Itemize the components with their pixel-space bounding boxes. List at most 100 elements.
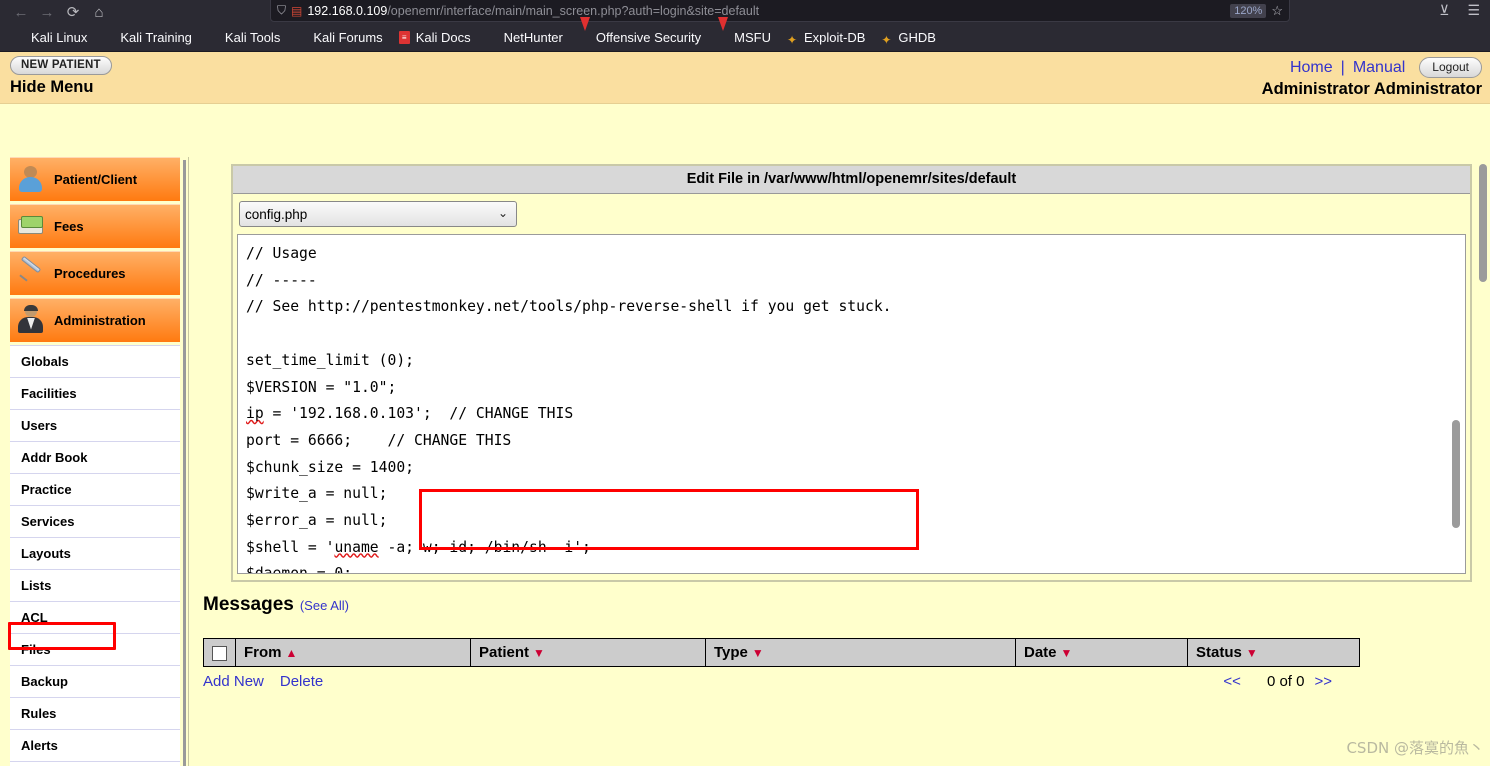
bookmark-item[interactable]: ✦ Exploit-DB	[781, 28, 871, 47]
bookmark-label: NetHunter	[503, 30, 563, 45]
sidebar-item-label: Users	[21, 418, 58, 433]
sidebar-item-label: Rules	[21, 706, 57, 721]
back-button[interactable]: ←	[8, 1, 34, 23]
pagination: << 0 of 0 >>	[1223, 673, 1348, 690]
column-label: Type	[714, 643, 748, 661]
sidebar-item-addr-book[interactable]: Addr Book	[10, 441, 180, 473]
bookmark-label: Kali Forums	[313, 30, 383, 45]
column-header-from[interactable]: From ▲	[235, 638, 471, 667]
syringe-icon	[16, 255, 46, 290]
spark-icon: ✦	[881, 32, 892, 47]
sort-arrow-icon[interactable]: ▼	[533, 646, 545, 660]
column-label: From	[244, 643, 282, 661]
editor-title: Edit File in /var/www/html/openemr/sites…	[233, 166, 1470, 194]
tower-red-icon	[717, 16, 730, 48]
column-header-type[interactable]: Type ▼	[705, 638, 1016, 667]
textarea-scrollbar-thumb[interactable]	[1452, 420, 1460, 528]
messages-table: From ▲ Patient ▼ Type ▼ Date ▼ Status ▼	[203, 638, 1360, 667]
select-all-header[interactable]	[203, 638, 236, 667]
bookmark-label: MSFU	[734, 30, 771, 45]
sidebar-item-label: Procedures	[54, 266, 126, 281]
logout-button[interactable]: Logout	[1419, 57, 1482, 78]
sidebar-item-lists[interactable]: Lists	[10, 569, 180, 601]
sidebar-item-services[interactable]: Services	[10, 505, 180, 537]
sidebar-item-fees[interactable]: Fees	[10, 204, 180, 248]
zoom-level-badge[interactable]: 120%	[1230, 4, 1267, 18]
new-patient-button[interactable]: NEW PATIENT	[10, 56, 112, 75]
sidebar-item-alerts[interactable]: Alerts	[10, 729, 180, 761]
sort-arrow-icon[interactable]: ▼	[1061, 646, 1073, 660]
home-button[interactable]: ⌂	[86, 1, 112, 23]
hamburger-menu-icon[interactable]: ☰	[1467, 2, 1480, 18]
sidebar-item-globals[interactable]: Globals	[10, 345, 180, 377]
bookmark-label: Exploit-DB	[803, 30, 866, 45]
bookmark-star-icon[interactable]: ☆	[1271, 4, 1283, 18]
hide-menu-link[interactable]: Hide Menu	[10, 78, 93, 97]
sidebar-item-label: Alerts	[21, 738, 58, 753]
reload-button[interactable]: ⟳	[60, 1, 86, 23]
reader-mode-icon[interactable]: ▤	[291, 4, 302, 18]
file-select[interactable]: config.php	[239, 201, 517, 227]
sidebar-item-users[interactable]: Users	[10, 409, 180, 441]
sidebar-item-label: Patient/Client	[54, 172, 138, 187]
sidebar-item-procedures[interactable]: Procedures	[10, 251, 180, 295]
bookmark-item[interactable]: MSFU	[711, 16, 777, 48]
bookmark-item[interactable]: Kali Tools	[202, 28, 286, 47]
sidebar-item-rules[interactable]: Rules	[10, 697, 180, 729]
sidebar-item-label: Layouts	[21, 546, 71, 561]
column-header-status[interactable]: Status ▼	[1187, 638, 1360, 667]
bookmark-item[interactable]: NetHunter	[481, 28, 569, 47]
file-select-wrapper[interactable]: config.php ⌄	[239, 201, 517, 227]
manual-link[interactable]: Manual	[1353, 59, 1405, 77]
browser-toolbar: ← → ⟳ ⌂ ⛉ ▤ 192.168.0.109/openemr/interf…	[0, 0, 1490, 24]
pager-next-button[interactable]: >>	[1314, 673, 1332, 690]
sidebar-item-patient-reminders[interactable]: Patient Reminders	[10, 761, 180, 766]
file-select-row: config.php ⌄	[233, 194, 1470, 234]
sort-arrow-icon[interactable]: ▼	[752, 646, 764, 660]
sort-arrow-icon[interactable]: ▲	[286, 646, 298, 660]
bookmark-item[interactable]: Kali Training	[97, 28, 198, 47]
sort-arrow-icon[interactable]: ▼	[1246, 646, 1258, 660]
column-header-date[interactable]: Date ▼	[1015, 638, 1188, 667]
address-bar[interactable]: ⛉ ▤ 192.168.0.109/openemr/interface/main…	[270, 0, 1290, 22]
add-new-link[interactable]: Add New	[203, 673, 264, 690]
tower-red-icon	[579, 16, 592, 48]
pager-prev-button[interactable]: <<	[1223, 673, 1241, 690]
bookmark-item[interactable]: Kali Forums	[290, 28, 388, 47]
bookmark-item[interactable]: Offensive Security	[573, 16, 707, 48]
bookmark-item[interactable]: ✦ GHDB	[875, 28, 942, 47]
sidebar-item-practice[interactable]: Practice	[10, 473, 180, 505]
column-label: Patient	[479, 643, 530, 661]
code-line: set_time_limit (0);	[246, 351, 415, 369]
sidebar-item-files[interactable]: Files	[10, 633, 180, 665]
home-link[interactable]: Home	[1290, 59, 1333, 77]
bookmark-item[interactable]: ≡ Kali Docs	[393, 28, 477, 47]
see-all-link[interactable]: (See All)	[300, 598, 349, 613]
bookmark-item[interactable]: Kali Linux	[8, 28, 93, 47]
dragon-blue-icon	[103, 31, 116, 45]
sidebar-item-label: Lists	[21, 578, 52, 593]
book-red-icon: ≡	[398, 30, 412, 45]
sidebar-item-layouts[interactable]: Layouts	[10, 537, 180, 569]
sidebar-item-administration[interactable]: Administration	[10, 298, 180, 342]
header-links: Home | Manual Logout	[1290, 57, 1482, 78]
code-line: $daemon = 0;	[246, 565, 353, 574]
select-all-checkbox[interactable]	[212, 645, 227, 661]
column-header-patient[interactable]: Patient ▼	[470, 638, 706, 667]
page-scrollbar-thumb[interactable]	[1479, 164, 1487, 282]
sidebar-item-backup[interactable]: Backup	[10, 665, 180, 697]
sidebar-item-acl[interactable]: ACL	[10, 601, 180, 633]
dragon-red-icon	[487, 31, 500, 45]
sidebar-item-facilities[interactable]: Facilities	[10, 377, 180, 409]
code-textarea[interactable]: // Usage // ----- // See http://pentestmon…	[237, 234, 1466, 574]
file-editor-panel: Edit File in /var/www/html/openemr/sites…	[231, 164, 1472, 582]
forward-button[interactable]: →	[34, 1, 60, 23]
person-icon	[16, 164, 46, 196]
delete-link[interactable]: Delete	[280, 673, 323, 690]
dragon-blue-icon	[296, 31, 309, 45]
downloads-icon[interactable]: ⊻	[1439, 2, 1449, 18]
sidebar-item-patient-client[interactable]: Patient/Client	[10, 157, 180, 201]
sidebar-item-label: Facilities	[21, 386, 77, 401]
sidebar-divider	[183, 160, 186, 766]
